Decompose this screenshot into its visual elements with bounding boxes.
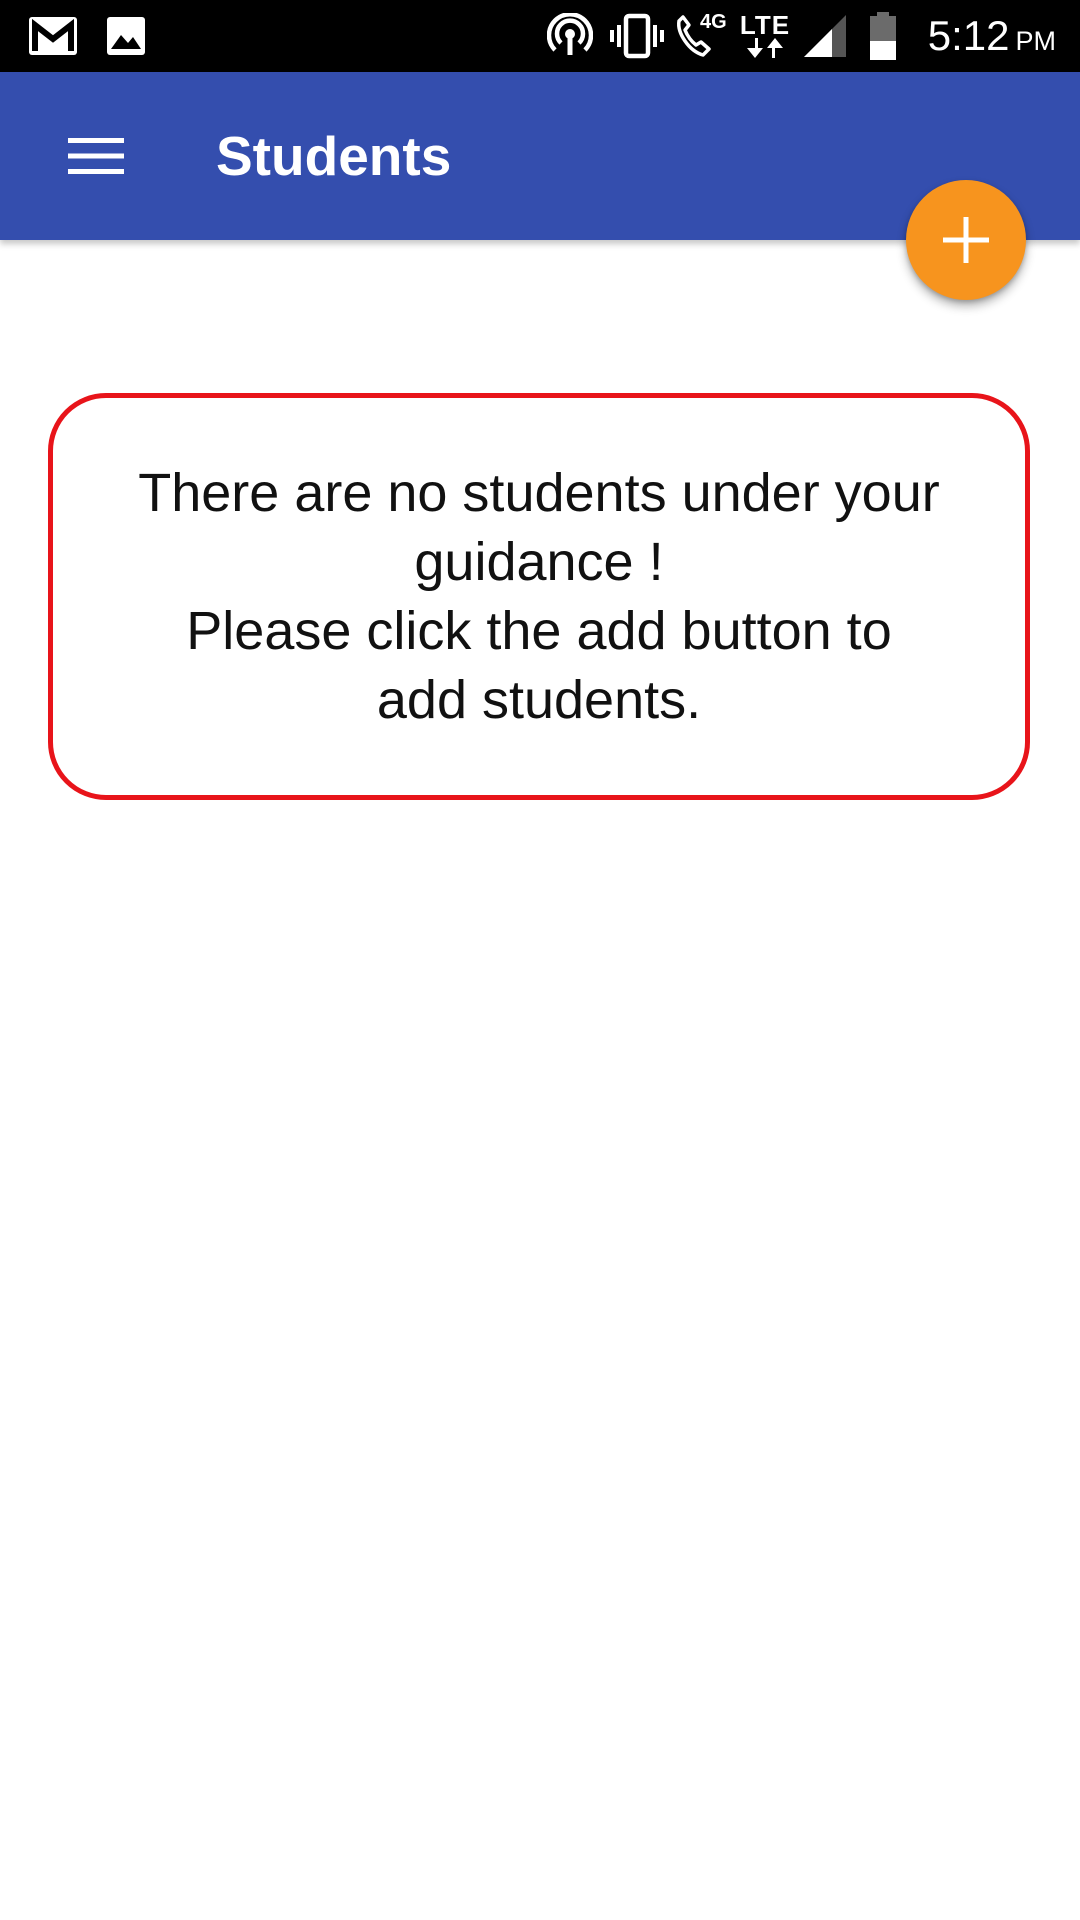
lte-data-icon: LTE xyxy=(736,0,794,72)
hamburger-menu-icon xyxy=(68,138,124,174)
screen: 4G LTE 5:12 PM Students There are no stu… xyxy=(0,0,1080,1920)
hotspot-icon xyxy=(546,0,594,72)
empty-message-line: There are no students under your xyxy=(138,462,940,523)
menu-button[interactable] xyxy=(48,108,144,204)
plus-icon xyxy=(943,217,989,263)
gmail-icon xyxy=(26,0,80,72)
page-title: Students xyxy=(216,125,452,187)
vibrate-icon xyxy=(608,0,666,72)
network-type-label: 4G xyxy=(700,11,727,33)
empty-message-line: add students. xyxy=(376,669,702,730)
image-icon xyxy=(104,0,148,72)
empty-state-card: There are no students under your guidanc… xyxy=(48,393,1030,800)
status-bar: 4G LTE 5:12 PM xyxy=(0,0,1080,72)
battery-icon xyxy=(866,0,900,72)
lte-label: LTE xyxy=(739,10,791,40)
status-clock: 5:12 PM xyxy=(928,0,1056,72)
empty-message-line: guidance ! xyxy=(414,531,664,592)
add-student-button[interactable] xyxy=(906,180,1026,300)
empty-message-line: Please click the add button to xyxy=(186,600,892,661)
clock-time: 5:12 xyxy=(927,12,1010,59)
wifi-calling-icon: 4G xyxy=(672,0,734,72)
clock-ampm: PM xyxy=(1015,25,1057,56)
signal-icon xyxy=(800,0,850,72)
